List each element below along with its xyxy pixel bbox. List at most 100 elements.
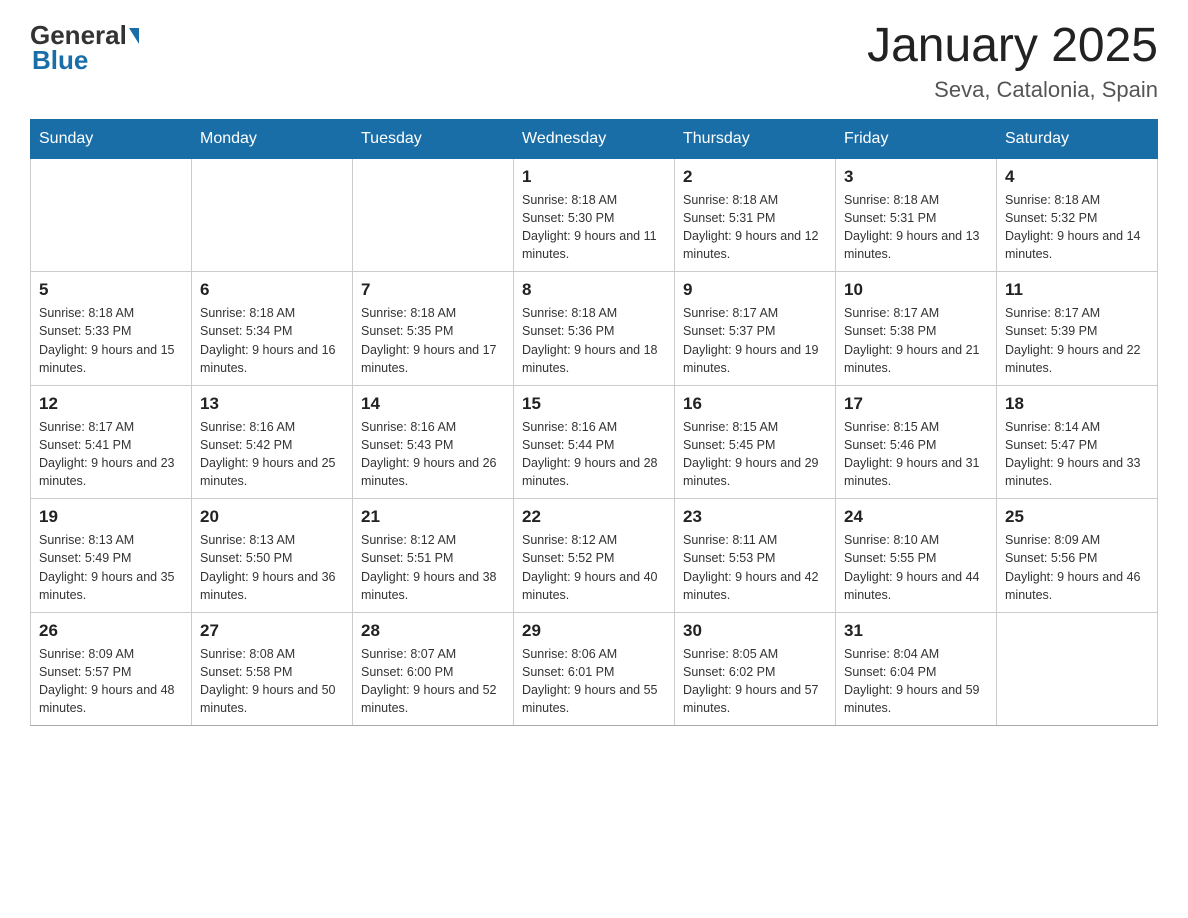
- month-title: January 2025: [867, 20, 1158, 73]
- day-info: Sunrise: 8:13 AMSunset: 5:50 PMDaylight:…: [200, 531, 344, 604]
- day-number: 18: [1005, 394, 1149, 414]
- calendar-cell: 16Sunrise: 8:15 AMSunset: 5:45 PMDayligh…: [675, 385, 836, 499]
- calendar-cell: 24 Sunrise: 8:10 AMSunset: 5:55 PMDayligh…: [836, 499, 997, 613]
- weekday-header-monday: Monday: [192, 119, 353, 158]
- calendar-cell: [353, 158, 514, 272]
- day-number: 31: [844, 621, 988, 641]
- calendar-cell: 11 Sunrise: 8:17 AMSunset: 5:39 PMDayligh…: [997, 272, 1158, 386]
- day-info: Sunrise: 8:17 AMSunset: 5:38 PMDaylight:…: [844, 304, 988, 377]
- day-number: 8: [522, 280, 666, 300]
- calendar-week-3: 12 Sunrise: 8:17 AMSunset: 5:41 PMDayligh…: [31, 385, 1158, 499]
- day-number: 2: [683, 167, 827, 187]
- day-number: 22: [522, 507, 666, 527]
- weekday-header-thursday: Thursday: [675, 119, 836, 158]
- calendar-cell: 13 Sunrise: 8:16 AMSunset: 5:42 PMDayligh…: [192, 385, 353, 499]
- day-info: Sunrise: 8:14 AMSunset: 5:47 PMDaylight:…: [1005, 418, 1149, 491]
- weekday-header-saturday: Saturday: [997, 119, 1158, 158]
- day-number: 6: [200, 280, 344, 300]
- day-number: 13: [200, 394, 344, 414]
- weekday-header-wednesday: Wednesday: [514, 119, 675, 158]
- day-info: Sunrise: 8:16 AMSunset: 5:43 PMDaylight:…: [361, 418, 505, 491]
- calendar-cell: 2 Sunrise: 8:18 AMSunset: 5:31 PMDaylight…: [675, 158, 836, 272]
- day-info: Sunrise: 8:17 AMSunset: 5:41 PMDaylight:…: [39, 418, 183, 491]
- title-area: January 2025 Seva, Catalonia, Spain: [867, 20, 1158, 103]
- day-number: 14: [361, 394, 505, 414]
- day-info: Sunrise: 8:18 AMSunset: 5:35 PMDaylight:…: [361, 304, 505, 377]
- calendar-cell: 30Sunrise: 8:05 AMSunset: 6:02 PMDayligh…: [675, 612, 836, 726]
- day-info: Sunrise: 8:04 AMSunset: 6:04 PMDaylight:…: [844, 645, 988, 718]
- calendar-cell: 27Sunrise: 8:08 AMSunset: 5:58 PMDayligh…: [192, 612, 353, 726]
- day-number: 28: [361, 621, 505, 641]
- day-number: 15: [522, 394, 666, 414]
- day-info: Sunrise: 8:18 AMSunset: 5:30 PMDaylight:…: [522, 191, 666, 264]
- calendar-week-1: 1 Sunrise: 8:18 AMSunset: 5:30 PMDaylight…: [31, 158, 1158, 272]
- calendar-cell: 19 Sunrise: 8:13 AMSunset: 5:49 PMDayligh…: [31, 499, 192, 613]
- day-info: Sunrise: 8:06 AMSunset: 6:01 PMDaylight:…: [522, 645, 666, 718]
- day-number: 26: [39, 621, 183, 641]
- calendar-header: SundayMondayTuesdayWednesdayThursdayFrid…: [31, 119, 1158, 158]
- day-number: 23: [683, 507, 827, 527]
- calendar-week-2: 5 Sunrise: 8:18 AMSunset: 5:33 PMDaylight…: [31, 272, 1158, 386]
- day-number: 21: [361, 507, 505, 527]
- calendar-cell: 31 Sunrise: 8:04 AMSunset: 6:04 PMDayligh…: [836, 612, 997, 726]
- logo-triangle-icon: [129, 28, 139, 44]
- day-info: Sunrise: 8:10 AMSunset: 5:55 PMDaylight:…: [844, 531, 988, 604]
- day-number: 29: [522, 621, 666, 641]
- day-info: Sunrise: 8:18 AMSunset: 5:31 PMDaylight:…: [683, 191, 827, 264]
- calendar-cell: 14 Sunrise: 8:16 AMSunset: 5:43 PMDayligh…: [353, 385, 514, 499]
- day-number: 12: [39, 394, 183, 414]
- day-number: 1: [522, 167, 666, 187]
- weekday-header-tuesday: Tuesday: [353, 119, 514, 158]
- calendar-week-5: 26Sunrise: 8:09 AMSunset: 5:57 PMDayligh…: [31, 612, 1158, 726]
- calendar-cell: 8Sunrise: 8:18 AMSunset: 5:36 PMDaylight…: [514, 272, 675, 386]
- day-number: 20: [200, 507, 344, 527]
- day-info: Sunrise: 8:15 AMSunset: 5:46 PMDaylight:…: [844, 418, 988, 491]
- calendar-cell: 20 Sunrise: 8:13 AMSunset: 5:50 PMDayligh…: [192, 499, 353, 613]
- calendar-cell: 6 Sunrise: 8:18 AMSunset: 5:34 PMDaylight…: [192, 272, 353, 386]
- day-number: 9: [683, 280, 827, 300]
- calendar-cell: [31, 158, 192, 272]
- day-info: Sunrise: 8:13 AMSunset: 5:49 PMDaylight:…: [39, 531, 183, 604]
- calendar-cell: 17 Sunrise: 8:15 AMSunset: 5:46 PMDayligh…: [836, 385, 997, 499]
- calendar-cell: 23Sunrise: 8:11 AMSunset: 5:53 PMDayligh…: [675, 499, 836, 613]
- day-number: 17: [844, 394, 988, 414]
- calendar-cell: 21 Sunrise: 8:12 AMSunset: 5:51 PMDayligh…: [353, 499, 514, 613]
- day-number: 4: [1005, 167, 1149, 187]
- calendar-cell: 22Sunrise: 8:12 AMSunset: 5:52 PMDayligh…: [514, 499, 675, 613]
- day-number: 16: [683, 394, 827, 414]
- day-number: 5: [39, 280, 183, 300]
- weekday-header-friday: Friday: [836, 119, 997, 158]
- calendar-cell: 15 Sunrise: 8:16 AMSunset: 5:44 PMDayligh…: [514, 385, 675, 499]
- calendar-cell: 29 Sunrise: 8:06 AMSunset: 6:01 PMDayligh…: [514, 612, 675, 726]
- calendar-cell: 10 Sunrise: 8:17 AMSunset: 5:38 PMDayligh…: [836, 272, 997, 386]
- day-info: Sunrise: 8:18 AMSunset: 5:32 PMDaylight:…: [1005, 191, 1149, 264]
- calendar-table: SundayMondayTuesdayWednesdayThursdayFrid…: [30, 119, 1158, 727]
- calendar-cell: 26Sunrise: 8:09 AMSunset: 5:57 PMDayligh…: [31, 612, 192, 726]
- calendar-body: 1 Sunrise: 8:18 AMSunset: 5:30 PMDaylight…: [31, 158, 1158, 726]
- day-number: 24: [844, 507, 988, 527]
- day-number: 11: [1005, 280, 1149, 300]
- day-info: Sunrise: 8:18 AMSunset: 5:33 PMDaylight:…: [39, 304, 183, 377]
- day-info: Sunrise: 8:17 AMSunset: 5:39 PMDaylight:…: [1005, 304, 1149, 377]
- day-info: Sunrise: 8:18 AMSunset: 5:34 PMDaylight:…: [200, 304, 344, 377]
- calendar-week-4: 19 Sunrise: 8:13 AMSunset: 5:49 PMDayligh…: [31, 499, 1158, 613]
- calendar-cell: 25Sunrise: 8:09 AMSunset: 5:56 PMDayligh…: [997, 499, 1158, 613]
- location-title: Seva, Catalonia, Spain: [867, 77, 1158, 103]
- calendar-cell: 1 Sunrise: 8:18 AMSunset: 5:30 PMDaylight…: [514, 158, 675, 272]
- weekday-header-sunday: Sunday: [31, 119, 192, 158]
- day-number: 3: [844, 167, 988, 187]
- day-info: Sunrise: 8:07 AMSunset: 6:00 PMDaylight:…: [361, 645, 505, 718]
- day-number: 19: [39, 507, 183, 527]
- day-info: Sunrise: 8:12 AMSunset: 5:51 PMDaylight:…: [361, 531, 505, 604]
- day-number: 25: [1005, 507, 1149, 527]
- day-info: Sunrise: 8:18 AMSunset: 5:31 PMDaylight:…: [844, 191, 988, 264]
- day-info: Sunrise: 8:16 AMSunset: 5:44 PMDaylight:…: [522, 418, 666, 491]
- day-info: Sunrise: 8:16 AMSunset: 5:42 PMDaylight:…: [200, 418, 344, 491]
- day-number: 30: [683, 621, 827, 641]
- calendar-cell: 4 Sunrise: 8:18 AMSunset: 5:32 PMDaylight…: [997, 158, 1158, 272]
- day-number: 10: [844, 280, 988, 300]
- calendar-cell: 9Sunrise: 8:17 AMSunset: 5:37 PMDaylight…: [675, 272, 836, 386]
- calendar-cell: 7Sunrise: 8:18 AMSunset: 5:35 PMDaylight…: [353, 272, 514, 386]
- page-header: General Blue January 2025 Seva, Cataloni…: [30, 20, 1158, 103]
- calendar-cell: 12 Sunrise: 8:17 AMSunset: 5:41 PMDayligh…: [31, 385, 192, 499]
